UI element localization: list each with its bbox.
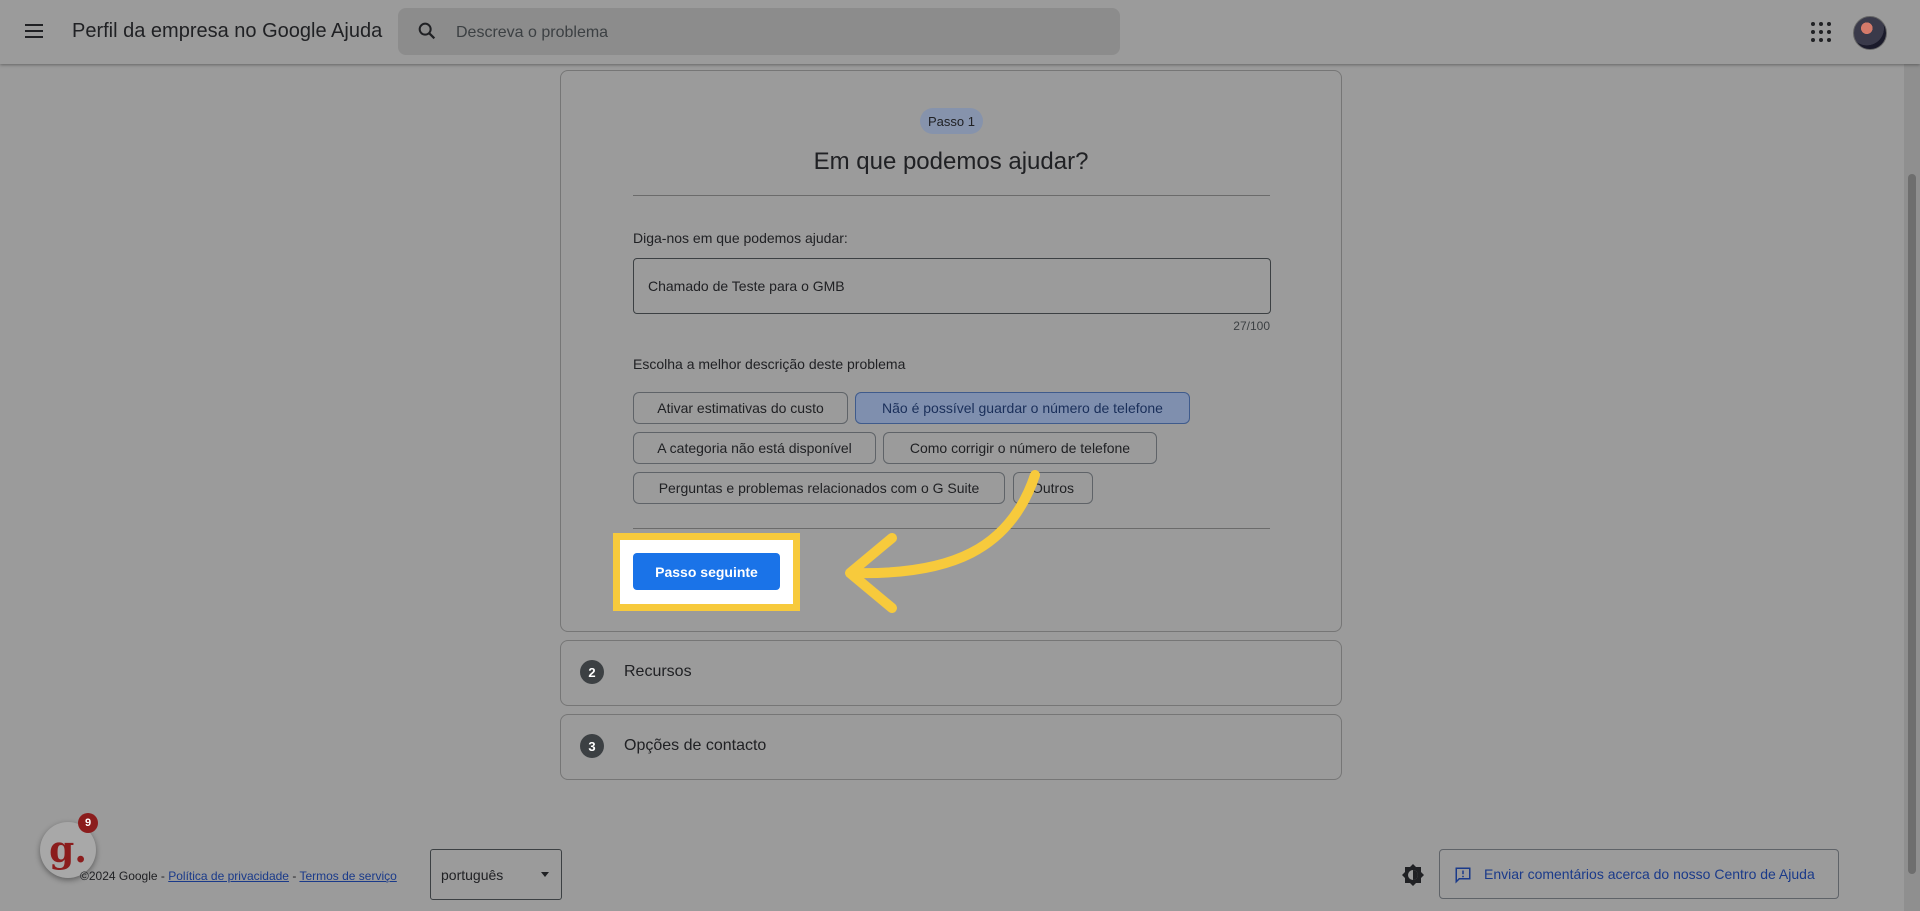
top-bar: Perfil da empresa no Google Ajuda: [0, 0, 1920, 64]
menu-icon[interactable]: [22, 20, 46, 44]
divider: [633, 195, 1270, 196]
issue-description-input[interactable]: [633, 258, 1271, 314]
arrow-annotation: [845, 470, 1040, 613]
field-label: Diga-nos em que podemos ajudar:: [633, 230, 848, 246]
search-icon: [418, 22, 436, 40]
feedback-icon: [1455, 867, 1471, 884]
badge-count: 9: [78, 813, 98, 833]
footer-links: ©2024 Google - Política de privacidade -…: [80, 869, 397, 883]
step-3-title[interactable]: Opções de contacto: [624, 737, 766, 755]
search-box[interactable]: [398, 8, 1120, 57]
step-2-title[interactable]: Recursos: [624, 663, 692, 681]
apps-icon[interactable]: [1810, 21, 1832, 43]
feedback-label: Enviar comentários acerca do nosso Centr…: [1484, 866, 1815, 882]
next-step-button[interactable]: Passo seguinte: [633, 553, 780, 590]
privacy-link[interactable]: Política de privacidade: [168, 869, 289, 883]
language-value: português: [441, 866, 504, 883]
feedback-button[interactable]: Enviar comentários acerca do nosso Centr…: [1439, 849, 1839, 899]
theme-toggle-icon[interactable]: [1401, 863, 1425, 887]
step-heading: Em que podemos ajudar?: [813, 148, 1089, 175]
copyright: ©2024 Google -: [80, 869, 169, 883]
terms-link[interactable]: Termos de serviço: [299, 869, 396, 883]
scrollbar[interactable]: [1904, 64, 1920, 911]
char-counter: 27/100: [1233, 319, 1270, 333]
app-title[interactable]: Perfil da empresa no Google Ajuda: [72, 20, 382, 43]
search-input[interactable]: [454, 8, 1098, 57]
step-pill: Passo 1: [920, 108, 983, 134]
separator: -: [288, 869, 300, 883]
avatar[interactable]: [1853, 16, 1887, 50]
chip-guardar-numero[interactable]: Não é possível guardar o número de telef…: [855, 392, 1190, 424]
choice-label: Escolha a melhor descrição deste problem…: [633, 356, 906, 372]
language-select[interactable]: português: [430, 849, 562, 900]
step-3-number: 3: [580, 734, 604, 758]
chip-ativar-estimativas[interactable]: Ativar estimativas do custo: [633, 392, 848, 424]
step-2-number: 2: [580, 660, 604, 684]
caret-down-icon: [541, 872, 549, 877]
scroll-thumb[interactable]: [1908, 174, 1916, 874]
